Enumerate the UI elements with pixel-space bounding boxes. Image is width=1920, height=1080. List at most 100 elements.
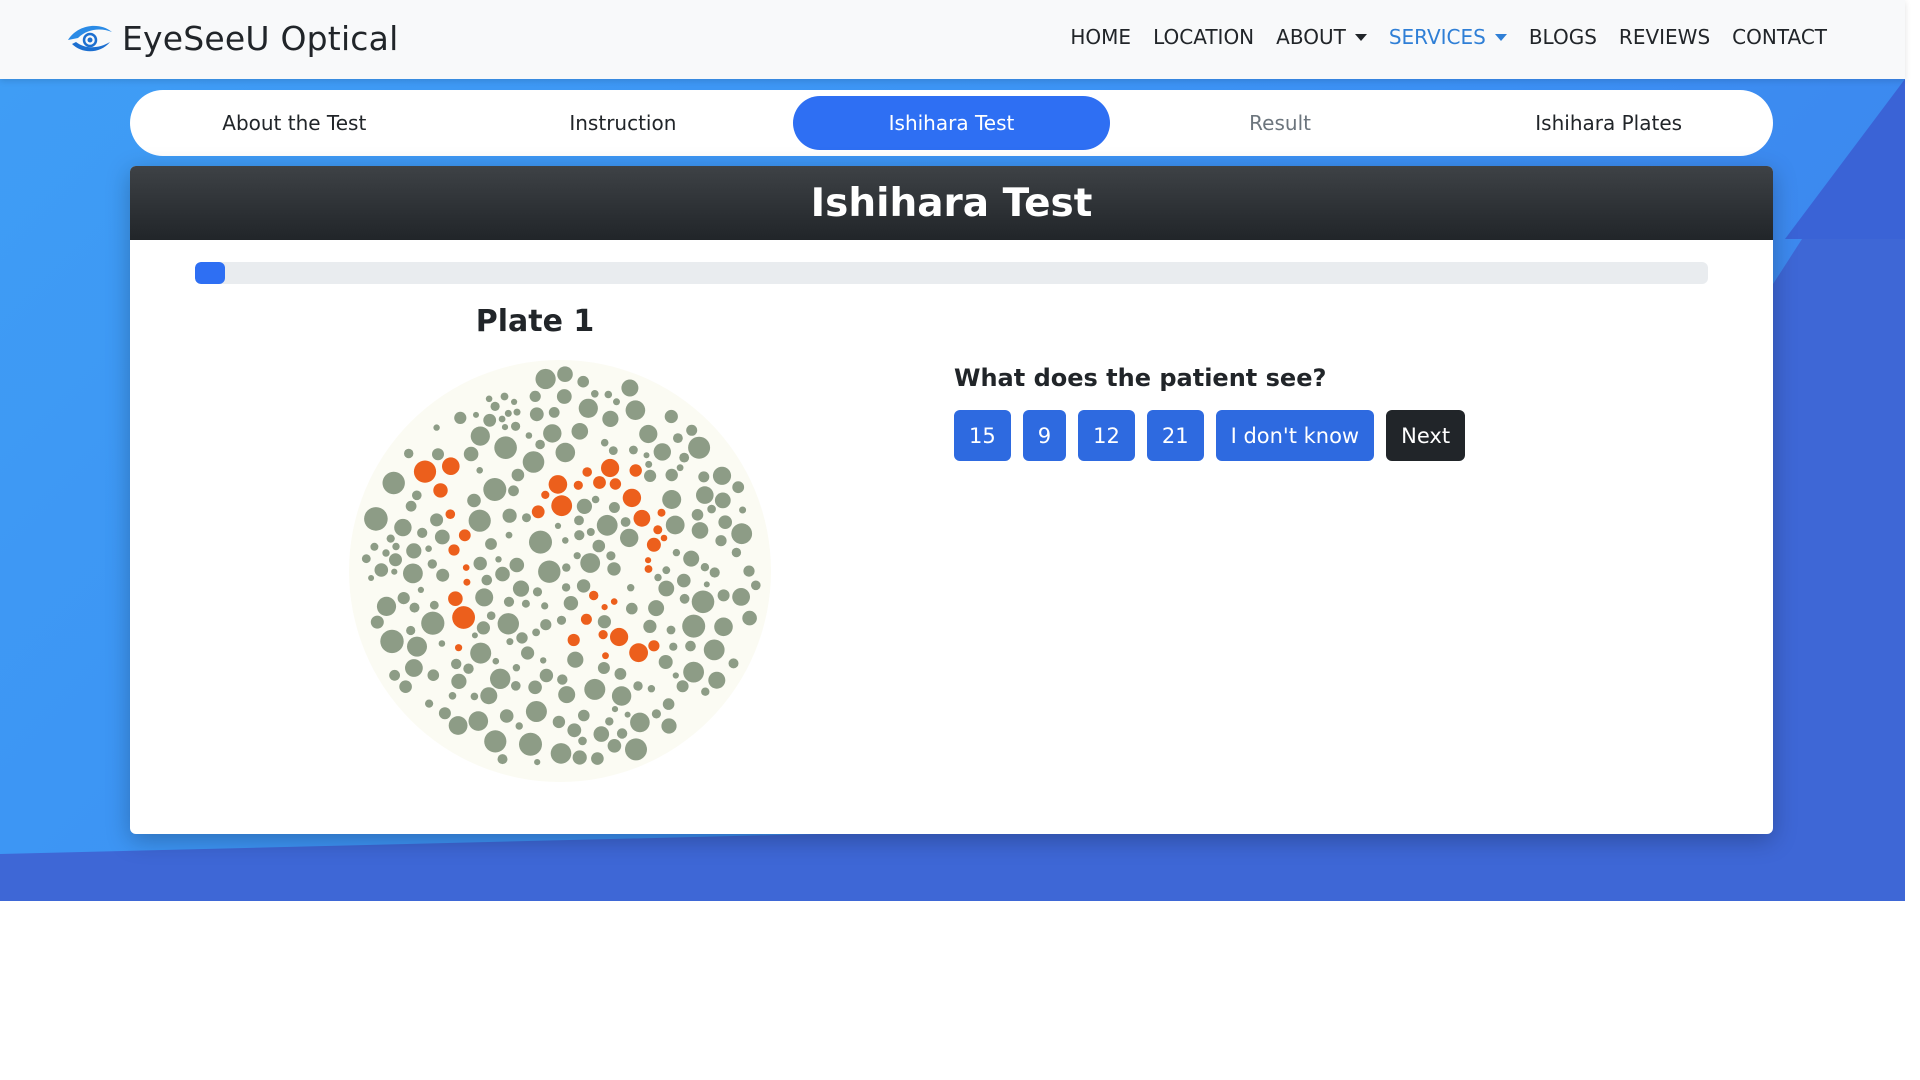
plate-dot [541,602,549,610]
nav-location[interactable]: LOCATION [1153,20,1254,54]
plate-dot [629,445,638,455]
plate-dot [718,515,732,529]
plate-dot [592,539,606,553]
nav-blogs[interactable]: BLOGS [1529,20,1597,54]
plate-dot [452,606,475,629]
plate-dot [578,736,587,746]
nav-home-label: HOME [1070,25,1132,49]
tab-ishihara-test[interactable]: Ishihara Test [793,96,1110,150]
plate-dot [492,657,500,665]
plate-dot [497,613,519,635]
plate-dot [580,553,601,573]
plate-dot [497,754,508,765]
plate-dot [701,687,710,696]
plate-dot [525,432,533,439]
plate-dot [501,424,509,431]
plate-dot [534,759,541,766]
nav-contact[interactable]: CONTACT [1732,20,1827,54]
answer-button-9[interactable]: 9 [1022,410,1067,461]
nav-home[interactable]: HOME [1070,20,1131,54]
tab-about-the-test[interactable]: About the Test [136,96,453,150]
answer-button-21[interactable]: 21 [1146,410,1204,461]
plate-dot [535,439,545,450]
plate-dot [591,495,600,504]
plate-dot [476,621,490,635]
plate-dot [521,599,530,608]
eye-swoosh-icon [68,25,112,52]
plate-dot [438,707,451,720]
brand[interactable]: EyeSeeU Optical [66,14,398,62]
plate-dot [629,464,642,477]
plate-dot [593,476,606,489]
plate-dot [511,468,525,482]
plate-dot [476,467,483,474]
tab-ishihara-plates[interactable]: Ishihara Plates [1450,96,1767,150]
plate-dot [602,410,619,427]
nav-reviews-label: REVIEWS [1618,25,1711,49]
tab-result[interactable]: Result [1122,96,1439,150]
plate-dot [370,542,379,551]
plate-dot [522,451,545,473]
plate-dot [550,743,572,764]
plate-dot [405,659,423,677]
plate-dot [409,602,420,613]
plate-dot [608,446,618,455]
plate-dot [715,535,727,547]
plate-dot [370,615,384,629]
plate-dot [389,669,400,681]
plate-dot [625,738,647,761]
tab-instruction[interactable]: Instruction [465,96,782,150]
plate-dot [397,592,410,605]
plate-dot [621,379,639,397]
plate-dot [417,527,428,538]
plate-dot [470,426,490,446]
plate-dot [562,563,571,572]
plate-dot [624,711,631,718]
plate-dot [471,632,478,639]
plate-dot [509,557,525,573]
plate-dot [386,534,395,543]
plate-dot [600,438,609,447]
plate-dot [541,490,550,499]
plate-dot [576,498,592,514]
next-button[interactable]: Next [1386,410,1466,461]
nav-about-label: ABOUT [1276,25,1346,49]
nav-reviews[interactable]: REVIEWS [1619,20,1710,54]
plate-dot [589,590,599,601]
plate-dot [425,699,434,708]
plate-dot [531,505,545,519]
nav-services-label: SERVICES [1388,25,1486,49]
plate-dot [645,460,653,468]
plate-dot [368,575,375,581]
plate-dot [380,629,404,654]
plate-dot [591,752,604,765]
answer-button-15[interactable]: 15 [954,410,1011,461]
plate-dot [451,673,467,689]
plate-dot [543,424,562,443]
answer-button-12[interactable]: 12 [1078,410,1135,461]
plate-dot [555,442,576,463]
plate-dot [572,750,587,765]
plate-dot [714,617,733,637]
nav-blogs-label: BLOGS [1528,25,1597,49]
plate-dot [605,717,614,726]
plate-dot [698,471,710,483]
plate-dot [707,504,716,514]
plate-dot [611,686,632,706]
plate-dot [563,596,579,611]
plate-dot [601,604,608,611]
nav-about[interactable]: ABOUT [1276,20,1367,54]
plate-dot [598,630,608,640]
plate-dot [389,553,402,567]
plate-title: Plate 1 [475,304,595,339]
answer-button-dont-know[interactable]: I don't know [1215,410,1375,461]
plate-dot [407,636,427,657]
plate-dot [673,433,683,443]
plate-dot [500,392,509,401]
plate-dot [714,492,731,509]
nav-location-label: LOCATION [1153,25,1255,49]
plate-dot [528,680,542,695]
test-tabs: About the Test Instruction Ishihara Test… [130,90,1773,156]
plate-dot [571,423,589,440]
nav-services[interactable]: SERVICES [1389,20,1507,54]
